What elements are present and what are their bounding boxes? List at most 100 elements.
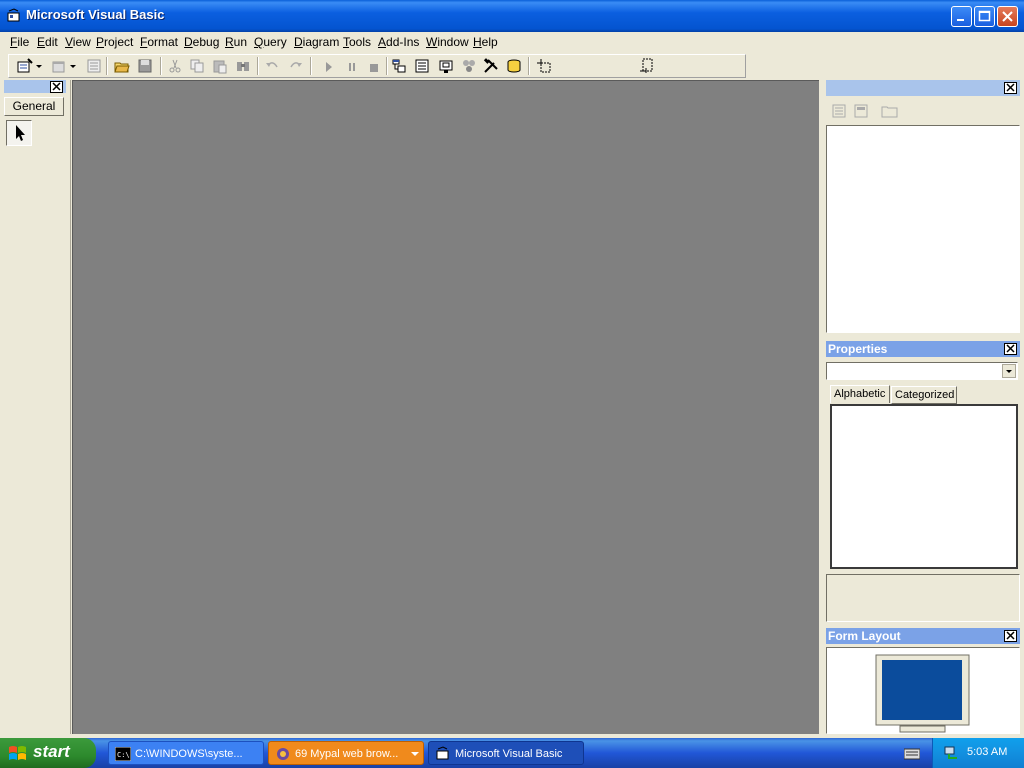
right-dock: Properties Alphabetic Categorized Form L… xyxy=(822,80,1024,734)
toolbar-separator xyxy=(310,57,312,75)
task-cmd[interactable]: C:\ C:\WINDOWS\syste... xyxy=(108,741,264,765)
open-project-icon[interactable] xyxy=(113,57,131,75)
tab-categorized[interactable]: Categorized xyxy=(891,386,957,404)
toolbox-panel: General xyxy=(0,80,71,734)
toolbar-separator xyxy=(528,57,530,75)
combo-dropdown-button[interactable] xyxy=(1002,364,1016,378)
properties-close-button[interactable] xyxy=(1004,343,1017,355)
menu-project[interactable]: Project xyxy=(96,35,133,49)
toolbox-icon[interactable] xyxy=(482,57,500,75)
task-mypal[interactable]: 69 Mypal web brow... xyxy=(268,741,424,765)
close-icon xyxy=(1006,631,1015,640)
task-label: 69 Mypal web brow... xyxy=(295,748,399,760)
data-view-icon[interactable] xyxy=(505,57,523,75)
toolbar-separator xyxy=(257,57,259,75)
find-icon[interactable] xyxy=(234,57,252,75)
menu-add-ins[interactable]: Add-Ins xyxy=(378,35,419,49)
end-icon[interactable] xyxy=(365,57,383,75)
cmd-icon: C:\ xyxy=(115,747,131,761)
menu-file[interactable]: File xyxy=(10,35,29,49)
view-code-icon[interactable] xyxy=(830,102,848,120)
minimize-button[interactable] xyxy=(951,6,972,27)
system-tray: 5:03 AM xyxy=(932,738,1024,768)
project-explorer-icon[interactable] xyxy=(390,57,408,75)
menu-help[interactable]: Help xyxy=(473,35,498,49)
close-icon xyxy=(1006,83,1015,92)
form-layout-close-button[interactable] xyxy=(1004,630,1017,642)
task-label: C:\WINDOWS\syste... xyxy=(135,748,243,760)
toggle-folders-icon[interactable] xyxy=(880,102,900,120)
properties-window-icon[interactable] xyxy=(413,57,431,75)
toolbar-separator xyxy=(160,57,162,75)
standard-toolbar xyxy=(0,52,1024,80)
form-layout-header: Form Layout xyxy=(826,628,1020,644)
start-icon[interactable] xyxy=(320,57,338,75)
properties-header: Properties xyxy=(826,341,1020,357)
dropdown-arrow-icon[interactable] xyxy=(68,57,78,75)
dropdown-arrow-icon[interactable] xyxy=(34,57,44,75)
chevron-down-icon xyxy=(1006,370,1012,373)
menu-diagram[interactable]: Diagram xyxy=(294,35,339,49)
menu-run[interactable]: Run xyxy=(225,35,247,49)
toolbox-close-button[interactable] xyxy=(50,81,63,93)
taskbar: start C:\ C:\WINDOWS\syste... 69 Mypal w… xyxy=(0,738,1024,768)
menu-query[interactable]: Query xyxy=(254,35,287,49)
monitor-icon xyxy=(875,654,970,733)
menu-edit[interactable]: Edit xyxy=(37,35,58,49)
project-explorer-header xyxy=(826,80,1020,96)
property-description xyxy=(826,574,1020,622)
project-tree[interactable] xyxy=(826,125,1020,333)
keyboard-icon[interactable] xyxy=(904,746,920,760)
undo-icon[interactable] xyxy=(263,57,281,75)
maximize-button[interactable] xyxy=(974,6,995,27)
menu-format[interactable]: Format xyxy=(140,35,178,49)
task-visual-basic[interactable]: Microsoft Visual Basic xyxy=(428,741,584,765)
pointer-icon xyxy=(16,125,25,141)
window-title: Microsoft Visual Basic xyxy=(26,7,165,22)
minimize-icon xyxy=(957,19,964,21)
maximize-icon xyxy=(978,10,991,22)
title-bar[interactable]: Microsoft Visual Basic xyxy=(0,0,1024,32)
vb-app-icon xyxy=(436,746,449,760)
object-browser-icon[interactable] xyxy=(460,57,478,75)
size-icon[interactable] xyxy=(638,57,656,75)
clock: 5:03 AM xyxy=(967,746,1008,758)
tab-alphabetic[interactable]: Alphabetic xyxy=(830,385,890,403)
start-button[interactable]: start xyxy=(0,738,96,768)
mypal-icon xyxy=(277,748,289,760)
object-combo[interactable] xyxy=(826,362,1018,380)
menu-tools[interactable]: Tools xyxy=(343,35,371,49)
position-icon[interactable] xyxy=(535,57,553,75)
chevron-down-icon xyxy=(411,752,419,756)
form-layout-icon[interactable] xyxy=(437,57,455,75)
mdi-workspace[interactable] xyxy=(72,80,819,734)
menu-editor-icon[interactable] xyxy=(85,57,103,75)
copy-icon[interactable] xyxy=(188,57,206,75)
menu-debug[interactable]: Debug xyxy=(184,35,219,49)
pointer-tool[interactable] xyxy=(6,120,32,146)
add-form-icon[interactable] xyxy=(50,57,68,75)
project-close-button[interactable] xyxy=(1004,82,1017,94)
network-icon[interactable] xyxy=(943,745,959,761)
close-button[interactable] xyxy=(997,6,1018,27)
toolbar-separator xyxy=(386,57,388,75)
svg-text:C:\: C:\ xyxy=(117,751,130,759)
vb-app-icon xyxy=(7,8,20,22)
break-icon[interactable] xyxy=(343,57,361,75)
paste-icon[interactable] xyxy=(211,57,229,75)
cut-icon[interactable] xyxy=(166,57,184,75)
save-project-icon[interactable] xyxy=(136,57,154,75)
redo-icon[interactable] xyxy=(287,57,305,75)
view-object-icon[interactable] xyxy=(852,102,870,120)
menu-view[interactable]: View xyxy=(65,35,91,49)
form-layout-area[interactable] xyxy=(826,647,1020,734)
close-icon xyxy=(52,82,61,91)
task-label: Microsoft Visual Basic xyxy=(455,748,563,760)
toolbar-separator xyxy=(106,57,108,75)
properties-grid[interactable] xyxy=(830,404,1018,569)
menu-window[interactable]: Window xyxy=(426,35,469,49)
start-label: start xyxy=(33,742,70,761)
add-project-icon[interactable] xyxy=(16,57,34,75)
toolbox-tab-general[interactable]: General xyxy=(4,97,64,116)
close-icon xyxy=(1006,344,1015,353)
